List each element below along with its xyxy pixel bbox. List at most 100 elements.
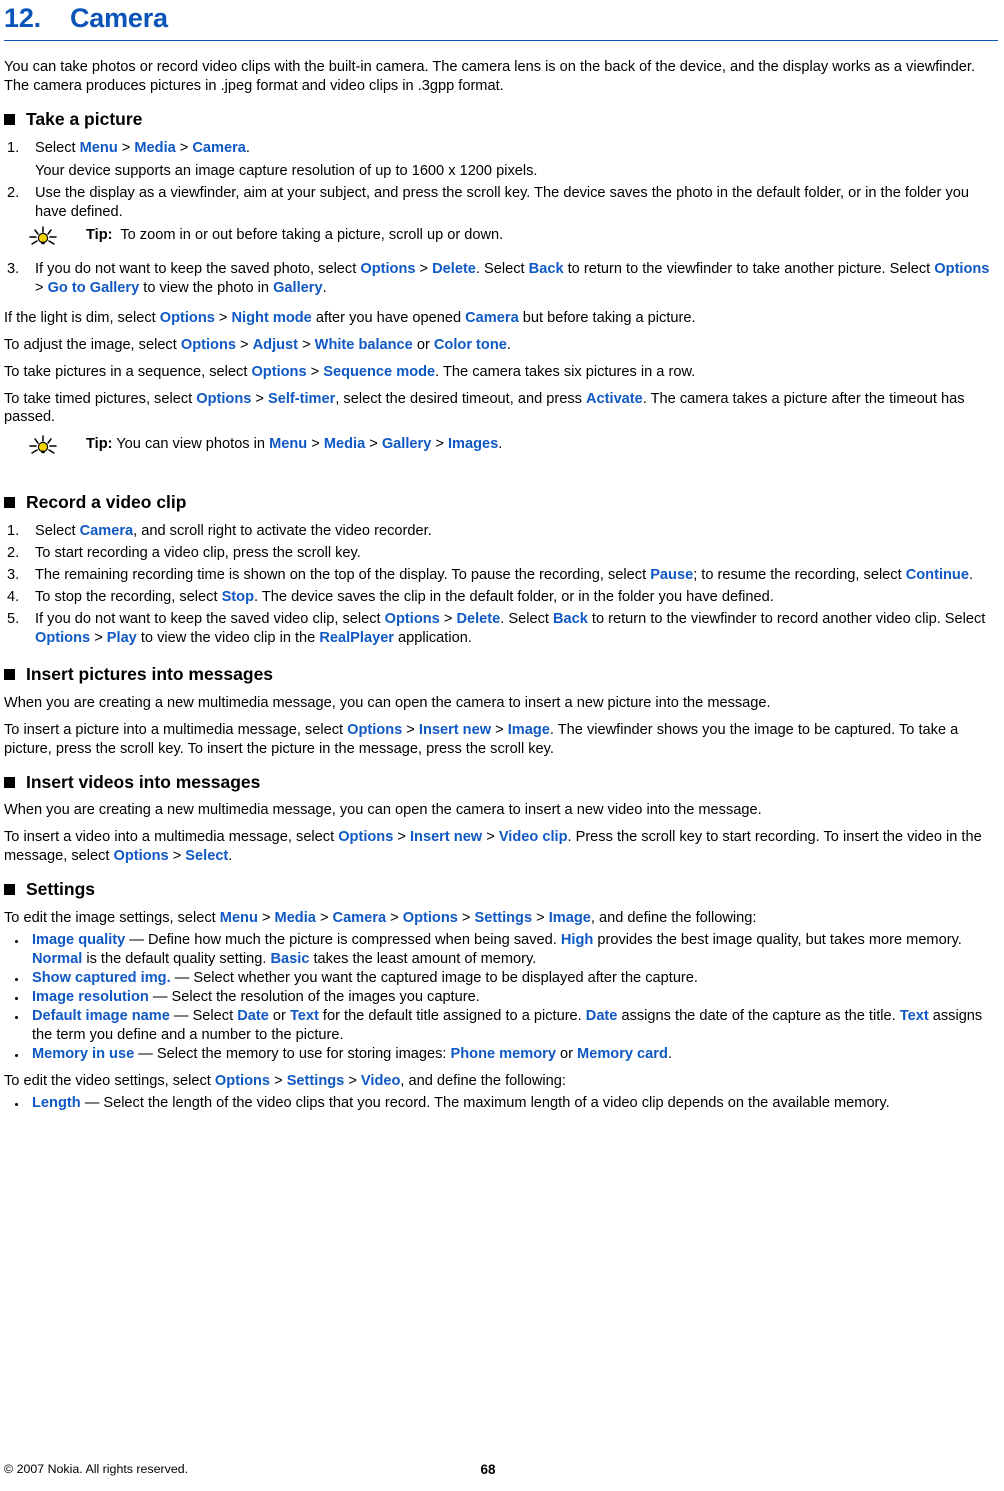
video-settings-list: Length — Select the length of the video … bbox=[4, 1094, 998, 1113]
link-gallery[interactable]: Gallery bbox=[382, 436, 432, 452]
text: Define how much the picture is compresse… bbox=[147, 932, 561, 949]
link-media[interactable]: Media bbox=[275, 910, 316, 926]
link-options[interactable]: Options bbox=[403, 910, 458, 926]
text: or bbox=[268, 1007, 290, 1024]
section-heading-label: Record a video clip bbox=[26, 492, 187, 513]
text: To take pictures in a sequence, select bbox=[4, 363, 252, 380]
link-go-to-gallery[interactable]: Go to Gallery bbox=[48, 280, 140, 296]
link-camera[interactable]: Camera bbox=[333, 910, 387, 926]
text: for the default title assigned to a pict… bbox=[318, 1007, 586, 1024]
link-date[interactable]: Date bbox=[586, 1008, 618, 1024]
link-realplayer[interactable]: RealPlayer bbox=[319, 630, 394, 646]
paragraph-insert-pictures-steps: To insert a picture into a multimedia me… bbox=[4, 721, 959, 757]
setting-term-length[interactable]: Length bbox=[32, 1095, 81, 1111]
setting-term-show-captured-img[interactable]: Show captured img. bbox=[32, 970, 171, 986]
tip-row-view-photos: Tip: You can view photos in Menu > Media… bbox=[4, 435, 998, 457]
step-text: to view the photo in bbox=[139, 279, 274, 296]
link-date[interactable]: Date bbox=[237, 1008, 269, 1024]
link-insert-new[interactable]: Insert new bbox=[410, 829, 482, 845]
text: To insert a picture into a multimedia me… bbox=[4, 721, 348, 738]
list-item: To stop the recording, select Stop. The … bbox=[4, 588, 998, 607]
link-basic[interactable]: Basic bbox=[271, 951, 310, 967]
link-media[interactable]: Media bbox=[324, 436, 365, 452]
link-back[interactable]: Back bbox=[529, 261, 564, 277]
link-high[interactable]: High bbox=[561, 932, 593, 948]
setting-term-default-image-name[interactable]: Default image name bbox=[32, 1008, 170, 1024]
setting-term-memory-in-use[interactable]: Memory in use bbox=[32, 1046, 134, 1062]
paragraph-adjust: To adjust the image, select Options > Ad… bbox=[4, 336, 511, 353]
list-item: Select Camera, and scroll right to activ… bbox=[4, 522, 998, 541]
link-options[interactable]: Options bbox=[215, 1073, 270, 1089]
link-menu[interactable]: Menu bbox=[80, 140, 118, 156]
link-memory-card[interactable]: Memory card bbox=[577, 1046, 668, 1062]
link-menu[interactable]: Menu bbox=[220, 910, 258, 926]
section-heading-label: Insert videos into messages bbox=[26, 771, 261, 792]
square-bullet-icon bbox=[4, 113, 15, 125]
link-night-mode[interactable]: Night mode bbox=[232, 310, 312, 326]
list-item: If you do not want to keep the saved pho… bbox=[7, 260, 990, 296]
chapter-number: 12. bbox=[4, 3, 41, 33]
link-activate[interactable]: Activate bbox=[586, 391, 643, 407]
link-settings[interactable]: Settings bbox=[475, 910, 533, 926]
paragraph-image-settings-intro: To edit the image settings, select Menu … bbox=[4, 910, 757, 927]
link-media[interactable]: Media bbox=[134, 140, 175, 156]
link-select[interactable]: Select bbox=[185, 848, 228, 864]
link-white-balance[interactable]: White balance bbox=[315, 337, 413, 353]
text: Select bbox=[192, 1007, 238, 1024]
link-text[interactable]: Text bbox=[290, 1008, 319, 1024]
link-pause[interactable]: Pause bbox=[650, 567, 693, 583]
setting-term-image-quality[interactable]: Image quality bbox=[32, 932, 125, 948]
setting-term-image-resolution[interactable]: Image resolution bbox=[32, 989, 149, 1005]
link-options[interactable]: Options bbox=[114, 848, 169, 864]
section-heading-take-a-picture: Take a picture bbox=[4, 108, 998, 131]
link-video[interactable]: Video bbox=[361, 1073, 400, 1089]
link-options[interactable]: Options bbox=[251, 364, 306, 380]
text: To edit the image settings, select bbox=[4, 910, 220, 927]
link-options[interactable]: Options bbox=[196, 391, 251, 407]
link-options[interactable]: Options bbox=[181, 337, 236, 353]
link-delete[interactable]: Delete bbox=[456, 611, 500, 627]
paragraph-insert-videos-intro: When you are creating a new multimedia m… bbox=[4, 802, 762, 819]
link-options[interactable]: Options bbox=[160, 310, 215, 326]
link-camera[interactable]: Camera bbox=[465, 310, 519, 326]
link-image[interactable]: Image bbox=[508, 722, 550, 738]
paragraph-night-mode: If the light is dim, select Options > Ni… bbox=[4, 309, 696, 326]
text: provides the best image quality, but tak… bbox=[593, 932, 962, 949]
paragraph-insert-videos-steps: To insert a video into a multimedia mess… bbox=[4, 829, 982, 865]
link-options[interactable]: Options bbox=[338, 829, 393, 845]
link-delete[interactable]: Delete bbox=[432, 261, 476, 277]
link-normal[interactable]: Normal bbox=[32, 951, 82, 967]
link-play[interactable]: Play bbox=[107, 630, 137, 646]
link-camera[interactable]: Camera bbox=[80, 523, 134, 539]
link-menu[interactable]: Menu bbox=[269, 436, 307, 452]
link-text[interactable]: Text bbox=[900, 1008, 929, 1024]
link-gallery[interactable]: Gallery bbox=[273, 280, 323, 296]
text: If you do not want to keep the saved vid… bbox=[35, 611, 385, 628]
link-image[interactable]: Image bbox=[549, 910, 591, 926]
text: ; to resume the recording, select bbox=[693, 567, 906, 584]
link-adjust[interactable]: Adjust bbox=[253, 337, 298, 353]
link-self-timer[interactable]: Self-timer bbox=[268, 391, 335, 407]
link-images[interactable]: Images bbox=[448, 436, 498, 452]
link-options[interactable]: Options bbox=[934, 261, 989, 277]
link-camera[interactable]: Camera bbox=[192, 140, 246, 156]
link-video-clip[interactable]: Video clip bbox=[499, 829, 568, 845]
text: takes the least amount of memory. bbox=[309, 951, 537, 967]
link-back[interactable]: Back bbox=[553, 611, 588, 627]
link-settings[interactable]: Settings bbox=[287, 1073, 345, 1089]
link-insert-new[interactable]: Insert new bbox=[419, 722, 491, 738]
step-substep: Your device supports an image capture re… bbox=[35, 162, 538, 179]
link-phone-memory[interactable]: Phone memory bbox=[451, 1046, 556, 1062]
link-options[interactable]: Options bbox=[347, 722, 402, 738]
link-options[interactable]: Options bbox=[360, 261, 415, 277]
step-text: . Select bbox=[475, 260, 529, 277]
link-stop[interactable]: Stop bbox=[222, 589, 254, 605]
text: If the light is dim, select bbox=[4, 309, 160, 326]
link-color-tone[interactable]: Color tone bbox=[434, 337, 507, 353]
link-sequence-mode[interactable]: Sequence mode bbox=[323, 364, 435, 380]
link-options[interactable]: Options bbox=[385, 611, 440, 627]
text: , and define the following: bbox=[590, 910, 757, 927]
list-item: Memory in use — Select the memory to use… bbox=[4, 1045, 998, 1064]
link-continue[interactable]: Continue bbox=[906, 567, 969, 583]
link-options[interactable]: Options bbox=[35, 630, 90, 646]
